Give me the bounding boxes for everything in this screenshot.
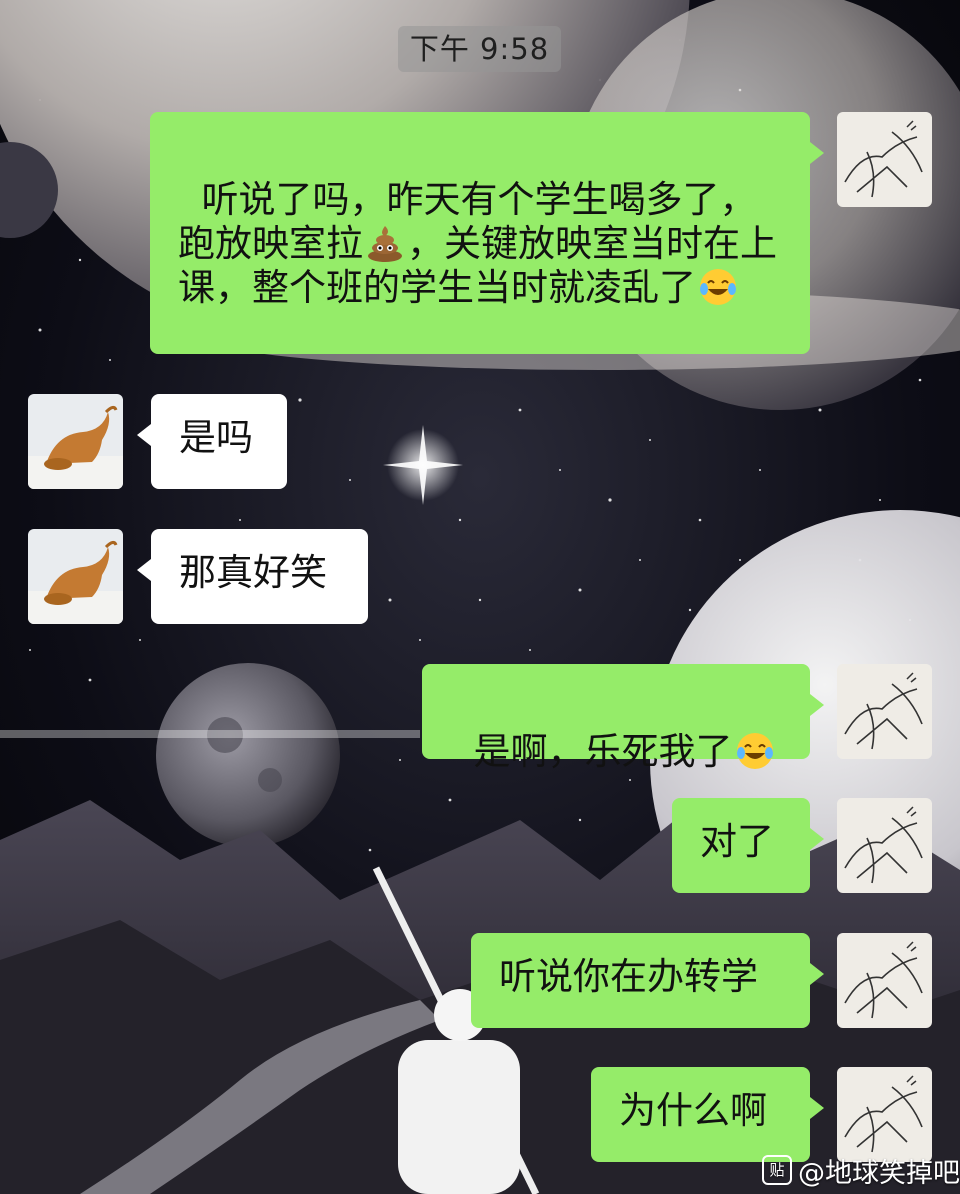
ink-sketch-avatar-icon	[837, 112, 932, 207]
my-avatar[interactable]	[837, 798, 932, 893]
contact-avatar[interactable]	[28, 394, 123, 489]
outgoing-message-bubble[interactable]: 是啊，乐死我了	[422, 664, 824, 773]
ink-sketch-avatar-icon	[837, 798, 932, 893]
poop-emoji	[368, 226, 402, 262]
ink-sketch-avatar-icon	[837, 664, 932, 759]
my-avatar[interactable]	[837, 112, 932, 207]
outgoing-message-bubble[interactable]: 对了	[672, 798, 824, 893]
ink-sketch-avatar-icon	[837, 1067, 932, 1162]
dog-photo-avatar-icon	[28, 529, 123, 624]
message-timestamp: 下午 9:58	[398, 26, 561, 72]
watermark: 贴 @地球笑掉吧	[762, 1152, 960, 1189]
my-avatar[interactable]	[837, 933, 932, 1028]
contact-avatar[interactable]	[28, 529, 123, 624]
tears-of-joy-emoji	[736, 733, 773, 769]
ink-sketch-avatar-icon	[837, 933, 932, 1028]
watermark-text: @地球笑掉吧	[798, 1157, 960, 1189]
outgoing-message-bubble[interactable]: 听说你在办转学	[471, 933, 824, 1028]
incoming-message-bubble[interactable]: 那真好笑	[137, 529, 368, 624]
outgoing-message-bubble[interactable]: 为什么啊	[591, 1067, 824, 1162]
tieba-logo-icon: 贴	[762, 1155, 792, 1185]
message-text: 是啊，乐死我了	[473, 730, 733, 773]
my-avatar[interactable]	[837, 1067, 932, 1162]
dog-photo-avatar-icon	[28, 394, 123, 489]
tears-of-joy-emoji	[700, 269, 736, 305]
incoming-message-bubble[interactable]: 是吗	[137, 394, 287, 489]
my-avatar[interactable]	[837, 664, 932, 759]
outgoing-message-bubble[interactable]: 听说了吗，昨天有个学生喝多了，跑放映室拉 ，关键放映室当时在上课，整个班的学生当时…	[150, 112, 824, 354]
